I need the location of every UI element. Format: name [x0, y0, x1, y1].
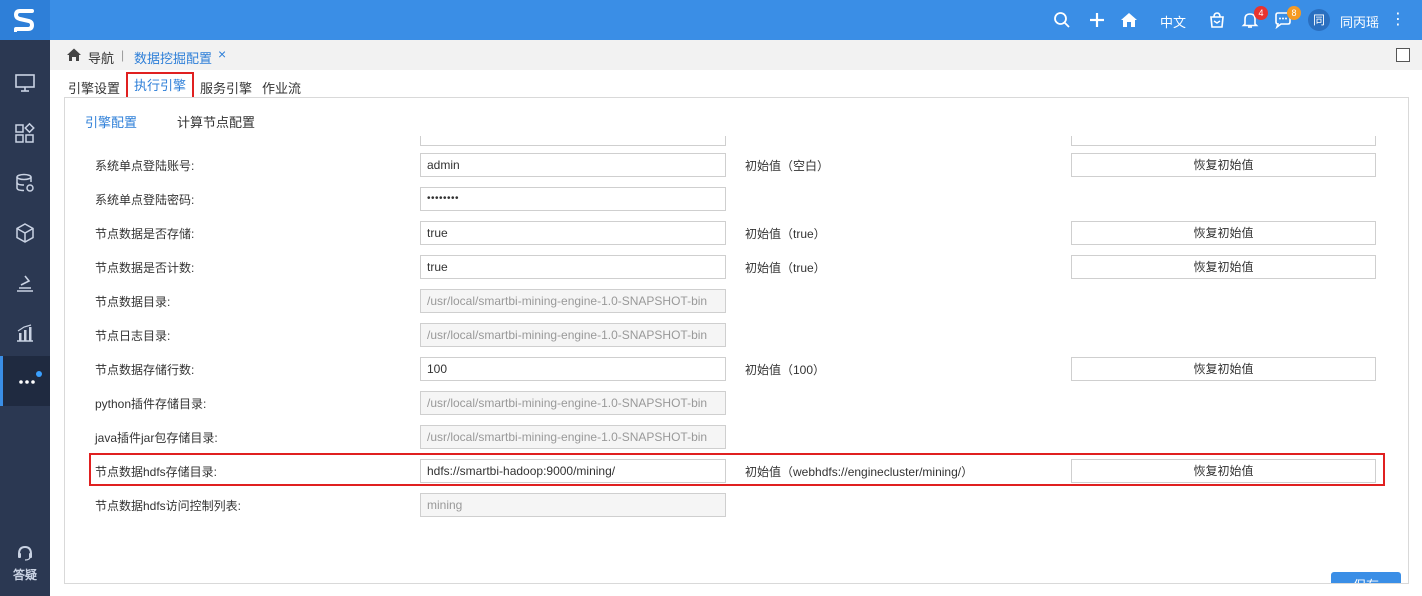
python-plugin-dir-input: /usr/local/smartbi-mining-engine-1.0-SNA…: [420, 391, 726, 415]
table-row: 节点数据是否计数: true 初始值（true） 恢复初始值: [65, 255, 1408, 279]
reset-button[interactable]: 恢复初始值: [1071, 255, 1376, 279]
subtab-engine-config-label[interactable]: 引擎配置: [85, 112, 137, 131]
initial-value-text: 初始值（100）: [745, 363, 826, 377]
field-label: 节点数据目录:: [95, 295, 171, 309]
table-row: 系统单点登陆账号: admin 初始值（空白） 恢复初始值: [65, 153, 1408, 177]
sso-account-input[interactable]: admin: [420, 153, 726, 177]
home-icon[interactable]: [66, 47, 82, 63]
new-indicator-dot: [36, 371, 42, 377]
messages-button[interactable]: 8: [1271, 6, 1301, 32]
node-log-dir-input: /usr/local/smartbi-mining-engine-1.0-SNA…: [420, 323, 726, 347]
help-button[interactable]: 答疑: [0, 538, 50, 588]
smartbi-logo-icon: [13, 9, 35, 32]
widgets-icon: [15, 122, 35, 143]
username[interactable]: 同丙瑶: [1340, 12, 1379, 31]
more-menu-icon[interactable]: ⋮: [1390, 9, 1406, 29]
table-row: 节点日志目录: /usr/local/smartbi-mining-engine…: [65, 323, 1408, 347]
app-logo[interactable]: [0, 0, 50, 40]
field-label: 系统单点登陆账号:: [95, 159, 195, 173]
tab-execution-engine[interactable]: 执行引擎: [126, 72, 195, 100]
config-panel: 引擎配置 计算节点配置 引擎配置 计算节点配置 系统单点登陆账号: admin …: [64, 97, 1409, 584]
table-row: 节点数据hdfs存储目录: hdfs://smartbi-hadoop:9000…: [65, 459, 1408, 483]
mining-icon: [17, 275, 33, 292]
node-data-dir-input: /usr/local/smartbi-mining-engine-1.0-SNA…: [420, 289, 726, 313]
table-row: 节点数据hdfs访问控制列表: mining: [65, 493, 1408, 517]
table-row: 节点数据存储行数: 100 初始值（100） 恢复初始值: [65, 357, 1408, 381]
avatar[interactable]: 同: [1308, 9, 1330, 31]
breadcrumb: 导航 | 数据挖掘配置 ×: [50, 40, 1422, 70]
close-tab-icon[interactable]: ×: [218, 46, 226, 62]
field-label: 节点数据hdfs存储目录:: [95, 465, 218, 479]
sso-password-input[interactable]: ••••••••: [420, 187, 726, 211]
notification-count-badge: 4: [1254, 6, 1268, 20]
main-content: 引擎设置 执行引擎 服务引擎 作业流 引擎配置 计算节点配置 引擎配置 计算节点…: [50, 70, 1422, 596]
sidebar-item-more[interactable]: [0, 356, 50, 406]
sidebar-item-mining[interactable]: [0, 258, 50, 308]
left-sidebar: 答疑: [0, 0, 50, 596]
reset-button[interactable]: 恢复初始值: [1071, 459, 1376, 483]
table-row: java插件jar包存储目录: /usr/local/smartbi-minin…: [65, 425, 1408, 449]
save-button[interactable]: 保存: [1331, 572, 1401, 583]
cube-icon: [16, 223, 34, 243]
monitor-icon: [15, 74, 35, 92]
sidebar-item-cube[interactable]: [0, 208, 50, 258]
reset-button[interactable]: 恢复初始值: [1071, 357, 1376, 381]
search-icon: [1054, 12, 1070, 28]
node-data-rows-input[interactable]: 100: [420, 357, 726, 381]
store-button[interactable]: [1205, 8, 1229, 32]
hdfs-acl-input: mining: [420, 493, 726, 517]
shopping-bag-icon: [1210, 12, 1224, 28]
home-button[interactable]: [1117, 8, 1141, 32]
table-row: 节点数据目录: /usr/local/smartbi-mining-engine…: [65, 289, 1408, 313]
search-button[interactable]: [1050, 8, 1074, 32]
field-label: 节点数据是否存储:: [95, 227, 195, 241]
sidebar-item-widgets[interactable]: [0, 108, 50, 158]
bar-chart-icon: [17, 324, 33, 342]
reset-button[interactable]: 恢复初始值: [1071, 221, 1376, 245]
initial-value-text: 初始值（空白）: [745, 159, 830, 173]
subtab-compute-node-config-label[interactable]: 计算节点配置: [177, 112, 255, 131]
field-label: 系统单点登陆密码:: [95, 193, 195, 207]
more-dots-icon: [18, 380, 35, 384]
config-subtabs-overlay: 引擎配置 计算节点配置: [85, 112, 295, 131]
initial-value-text: 初始值（true）: [745, 261, 826, 275]
initial-value-text: 初始值（true）: [745, 227, 826, 241]
java-plugin-dir-input: /usr/local/smartbi-mining-engine-1.0-SNA…: [420, 425, 726, 449]
field-label: 节点数据是否计数:: [95, 261, 195, 275]
message-count-badge: 8: [1287, 6, 1301, 20]
table-row: python插件存储目录: /usr/local/smartbi-mining-…: [65, 391, 1408, 415]
field-label: java插件jar包存储目录:: [95, 431, 218, 445]
add-button[interactable]: [1085, 8, 1109, 32]
headset-icon: [18, 545, 32, 561]
language-switch[interactable]: 中文: [1160, 12, 1186, 31]
field-label: 节点数据hdfs访问控制列表:: [95, 499, 242, 513]
initial-value-text: 初始值（webhdfs://enginecluster/mining/）: [745, 465, 974, 479]
top-bar: 中文 4 8 同 同丙瑶 ⋮: [50, 0, 1422, 40]
home-icon: [1121, 13, 1137, 27]
breadcrumb-current-tab[interactable]: 数据挖掘配置: [134, 48, 212, 67]
breadcrumb-nav-link[interactable]: 导航: [88, 48, 114, 67]
sidebar-item-database[interactable]: [0, 158, 50, 208]
database-gear-icon: [16, 173, 34, 192]
breadcrumb-separator: |: [121, 48, 125, 62]
table-row: 节点数据是否存储: true 初始值（true） 恢复初始值: [65, 221, 1408, 245]
reset-button[interactable]: 恢复初始值: [1071, 153, 1376, 177]
hdfs-store-dir-input[interactable]: hdfs://smartbi-hadoop:9000/mining/: [420, 459, 726, 483]
field-label: 节点数据存储行数:: [95, 363, 195, 377]
plus-icon: [1090, 13, 1104, 27]
table-row: 系统单点登陆密码: ••••••••: [65, 187, 1408, 211]
node-data-count-input[interactable]: true: [420, 255, 726, 279]
field-label: 节点日志目录:: [95, 329, 171, 343]
sidebar-item-monitor[interactable]: [0, 58, 50, 108]
field-label: python插件存储目录:: [95, 397, 207, 411]
sidebar-item-analysis[interactable]: [0, 308, 50, 358]
help-label: 答疑: [12, 567, 37, 582]
node-data-store-input[interactable]: true: [420, 221, 726, 245]
notifications-button[interactable]: 4: [1238, 6, 1268, 32]
maximize-button[interactable]: [1396, 48, 1410, 62]
